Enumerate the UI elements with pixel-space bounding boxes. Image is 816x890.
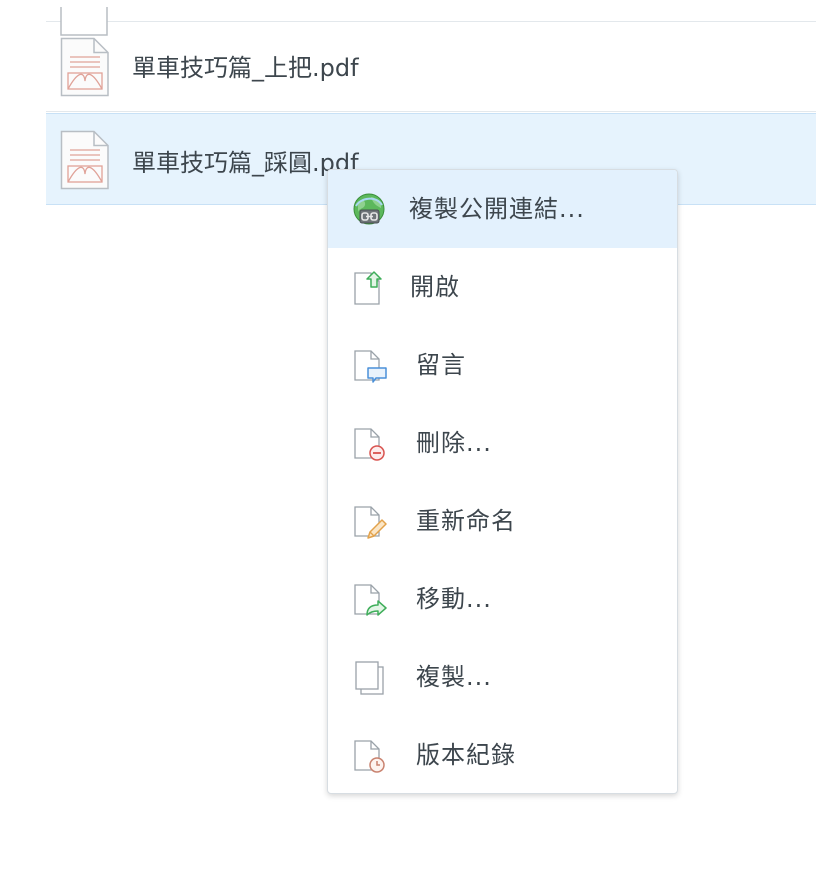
menu-item-copy-public-link[interactable]: 複製公開連結... <box>328 170 677 248</box>
menu-item-open[interactable]: 開啟 <box>328 248 677 326</box>
menu-item-label: 開啟 <box>410 273 460 301</box>
copy-file-icon <box>355 661 384 695</box>
file-browser: 單車技巧篇_上把.pdf 單車技巧篇_踩圓.pdf 複製公開連結... 開啟 留… <box>0 0 816 890</box>
move-file-icon <box>354 584 387 616</box>
menu-item-copy[interactable]: 複製... <box>328 638 677 716</box>
menu-item-comment[interactable]: 留言 <box>328 326 677 404</box>
file-row[interactable]: 單車技巧篇_上把.pdf <box>46 21 816 112</box>
menu-item-label: 複製公開連結... <box>409 195 585 223</box>
menu-item-label: 複製... <box>416 663 492 691</box>
menu-item-label: 重新命名 <box>416 507 516 535</box>
delete-file-icon <box>354 428 385 461</box>
comment-file-icon <box>354 350 387 383</box>
file-row-partial[interactable] <box>46 0 816 36</box>
menu-item-label: 刪除... <box>416 429 492 457</box>
menu-item-label: 版本紀錄 <box>416 741 516 769</box>
rename-file-icon <box>354 506 387 539</box>
menu-item-version-history[interactable]: 版本紀錄 <box>328 716 677 793</box>
globe-link-icon <box>353 193 385 225</box>
menu-item-rename[interactable]: 重新命名 <box>328 482 677 560</box>
file-name[interactable]: 單車技巧篇_踩圓.pdf <box>132 148 359 178</box>
menu-item-label: 留言 <box>416 351 466 379</box>
menu-item-label: 移動... <box>416 585 492 613</box>
context-menu: 複製公開連結... 開啟 留言 刪除... 重新命名 移動... 複製... 版… <box>327 169 678 794</box>
open-file-icon <box>354 271 382 305</box>
pdf-file-icon <box>60 37 109 97</box>
pdf-file-icon <box>60 130 109 190</box>
menu-item-delete[interactable]: 刪除... <box>328 404 677 482</box>
file-name[interactable]: 單車技巧篇_上把.pdf <box>132 53 359 83</box>
version-history-icon <box>354 740 385 773</box>
menu-item-move[interactable]: 移動... <box>328 560 677 638</box>
